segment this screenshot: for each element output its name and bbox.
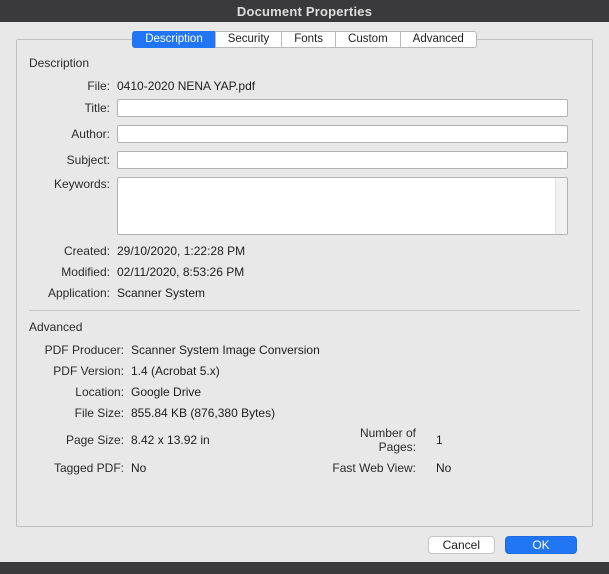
file-value: 0410-2020 NENA YAP.pdf (117, 78, 256, 93)
pdf-producer-value: Scanner System Image Conversion (131, 342, 320, 357)
page-size-value: 8.42 x 13.92 in (131, 433, 210, 447)
created-value: 29/10/2020, 1:22:28 PM (117, 243, 246, 258)
fast-web-view-label: Fast Web View: (332, 460, 416, 475)
pdf-version-label: PDF Version: (53, 363, 124, 378)
page-size-row: Page Size: 8.42 x 13.92 in Number of Pag… (29, 426, 580, 454)
title-row: Title: (29, 99, 580, 117)
modified-row: Modified: 02/11/2020, 8:53:26 PM (29, 264, 580, 279)
file-label: File: (87, 78, 110, 93)
location-value: Google Drive (131, 384, 202, 399)
application-label: Application: (47, 285, 110, 300)
title-input[interactable] (117, 99, 568, 117)
tab-description[interactable]: Description (132, 31, 216, 48)
window-title: Document Properties (236, 3, 373, 19)
application-row: Application: Scanner System (29, 285, 580, 300)
keywords-row: Keywords: (29, 177, 580, 235)
pdf-version-row: PDF Version: 1.4 (Acrobat 5.x) (29, 363, 580, 378)
ok-button[interactable]: OK (505, 536, 577, 554)
created-row: Created: 29/10/2020, 1:22:28 PM (29, 243, 580, 258)
tagged-pdf-row: Tagged PDF: No Fast Web View: No (29, 460, 580, 475)
cancel-button[interactable]: Cancel (427, 536, 495, 554)
file-size-value: 855.84 KB (876,380 Bytes) (131, 405, 276, 420)
page-size-label: Page Size: (65, 433, 124, 447)
dialog-content: Description Security Fonts Custom Advanc… (0, 22, 609, 554)
subject-input[interactable] (117, 151, 568, 169)
file-size-row: File Size: 855.84 KB (876,380 Bytes) (29, 405, 580, 420)
title-bar: Document Properties (0, 0, 609, 22)
document-properties-dialog: Document Properties Description Security… (0, 0, 609, 574)
advanced-rows: PDF Producer: Scanner System Image Conve… (29, 342, 580, 475)
author-label: Author: (71, 127, 110, 141)
pdf-producer-row: PDF Producer: Scanner System Image Conve… (29, 342, 580, 357)
keywords-input[interactable] (118, 178, 555, 234)
keywords-field-box (117, 177, 568, 235)
location-label: Location: (75, 384, 124, 399)
created-label: Created: (63, 243, 110, 258)
advanced-section-heading: Advanced (29, 320, 83, 334)
tagged-pdf-label: Tagged PDF: (53, 460, 124, 475)
modified-value: 02/11/2020, 8:53:26 PM (117, 264, 245, 279)
title-label: Title: (84, 101, 110, 115)
keywords-scrollbar[interactable] (555, 178, 567, 234)
section-divider (29, 310, 580, 311)
tagged-pdf-value: No (131, 460, 147, 475)
application-value: Scanner System (117, 285, 206, 300)
tab-custom[interactable]: Custom (335, 31, 401, 48)
bottom-bar (0, 562, 609, 574)
tab-bar: Description Security Fonts Custom Advanc… (16, 31, 593, 48)
subject-row: Subject: (29, 151, 580, 169)
number-of-pages-label: Number of Pages: (359, 426, 416, 454)
description-section-heading: Description (29, 56, 90, 70)
modified-label: Modified: (61, 264, 110, 279)
keywords-label: Keywords: (53, 177, 110, 191)
subject-label: Subject: (66, 153, 110, 167)
dialog-buttons: Cancel OK (16, 536, 577, 554)
number-of-pages-value: 1 (436, 433, 443, 447)
location-row: Location: Google Drive (29, 384, 580, 399)
tab-advanced[interactable]: Advanced (399, 31, 477, 48)
file-size-label: File Size: (74, 405, 124, 420)
tab-fonts[interactable]: Fonts (281, 31, 337, 48)
fast-web-view-value: No (436, 460, 452, 475)
pdf-producer-label: PDF Producer: (44, 342, 124, 357)
file-row: File: 0410-2020 NENA YAP.pdf (29, 78, 580, 93)
pdf-version-value: 1.4 (Acrobat 5.x) (131, 363, 220, 378)
author-row: Author: (29, 125, 580, 143)
tab-security[interactable]: Security (214, 31, 283, 48)
author-input[interactable] (117, 125, 568, 143)
tab-panel: Description File: 0410-2020 NENA YAP.pdf… (16, 39, 593, 527)
